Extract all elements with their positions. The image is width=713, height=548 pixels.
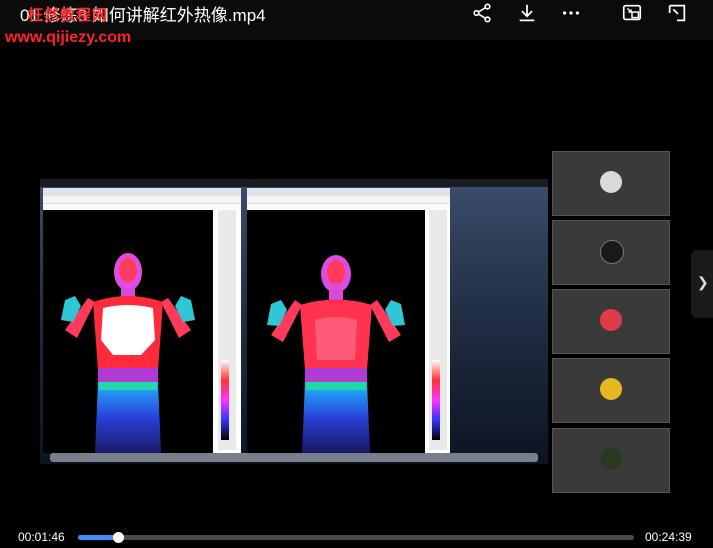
picture-in-picture-icon[interactable] [621,2,643,24]
fullscreen-icon[interactable] [666,2,688,24]
thermal-image-right [247,210,425,453]
color-scale-right [429,210,447,450]
progress-bar[interactable] [78,532,634,543]
dock-bar [50,453,538,462]
shared-screen [40,179,548,464]
more-icon[interactable] [560,2,582,24]
next-panel-button[interactable]: ❯ [691,250,713,318]
participant-tile[interactable] [552,428,670,493]
browser-window-left [43,188,241,453]
participant-avatar [600,378,622,400]
thermal-image-left [43,210,213,453]
current-time: 00:01:46 [18,530,65,544]
watermark-url: www.qijiezy.com [5,29,132,46]
duration: 00:24:39 [645,530,692,544]
watermark-site-name: 枉然教程网 [28,7,109,24]
participant-tile[interactable] [552,358,670,423]
participant-avatar [600,309,622,331]
participant-tile[interactable] [552,151,670,216]
progress-fill [78,535,118,540]
progress-handle[interactable] [113,532,124,543]
participant-tile[interactable] [552,220,670,285]
browser-window-right [247,188,450,453]
participant-avatar [600,240,624,264]
system-menu-bar [40,179,548,187]
participant-tile[interactable] [552,289,670,354]
download-icon[interactable] [516,2,538,24]
color-scale-left [218,210,236,450]
chevron-right-icon: ❯ [697,274,709,290]
participant-avatar [600,171,622,193]
share-icon[interactable] [471,2,493,24]
participant-avatar [600,448,622,470]
